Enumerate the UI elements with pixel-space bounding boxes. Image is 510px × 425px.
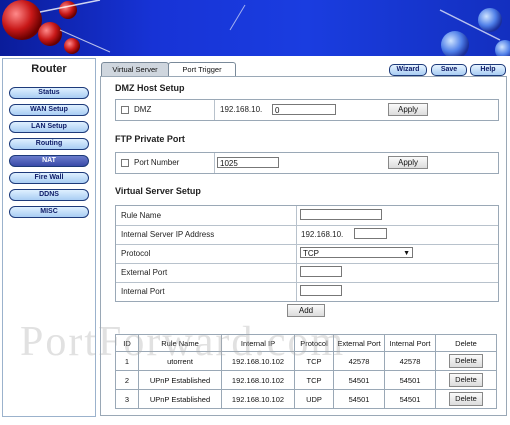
cell-id: 3: [115, 389, 139, 409]
dmz-row: DMZ 192.168.10. 0 Apply: [115, 99, 499, 121]
delete-button[interactable]: Delete: [449, 392, 483, 406]
sidebar-item-ddns[interactable]: DDNS: [9, 189, 89, 201]
cell-delete: Delete: [435, 370, 497, 390]
cell-rule-name: UPnP Established: [138, 370, 222, 390]
vs-divider: [116, 244, 498, 245]
dmz-checkbox-label: DMZ: [134, 105, 152, 114]
tab-port-trigger[interactable]: Port Trigger: [168, 62, 236, 76]
cell-protocol: TCP: [294, 370, 334, 390]
internal-ip-label: Internal Server IP Address: [121, 230, 215, 239]
sidebar-item-misc[interactable]: MISC: [9, 206, 89, 218]
external-port-label: External Port: [121, 268, 168, 277]
table-row: 3 UPnP Established 192.168.10.102 UDP 54…: [115, 389, 497, 409]
header-banner: [0, 0, 510, 56]
protocol-select[interactable]: TCP ▼: [300, 247, 413, 258]
internal-ip-input[interactable]: [354, 228, 387, 239]
internal-ip-prefix: 192.168.10.: [301, 230, 344, 239]
dmz-ip-prefix: 192.168.10.: [220, 105, 263, 114]
virtual-server-form: Rule Name Internal Server IP Address 192…: [115, 205, 499, 302]
vs-divider: [116, 282, 498, 283]
help-button[interactable]: Help: [470, 64, 506, 76]
dmz-ip-input[interactable]: 0: [272, 104, 336, 115]
ftp-section-title: FTP Private Port: [115, 134, 185, 144]
cell-external-port: 54501: [333, 370, 385, 390]
sidebar-item-nat[interactable]: NAT: [9, 155, 89, 167]
external-port-input[interactable]: [300, 266, 342, 277]
internal-port-label: Internal Port: [121, 287, 165, 296]
dmz-label-cell: [116, 100, 215, 120]
banner-graphic: [2, 0, 510, 56]
ftp-apply-button[interactable]: Apply: [388, 156, 428, 169]
cell-internal-port: 54501: [384, 389, 436, 409]
cell-rule-name: UPnP Established: [138, 389, 222, 409]
dmz-checkbox[interactable]: [121, 106, 129, 114]
vs-divider: [116, 225, 498, 226]
sidebar-title: Router: [31, 63, 67, 75]
table-row: 2 UPnP Established 192.168.10.102 TCP 54…: [115, 370, 497, 390]
cell-internal-port: 54501: [384, 370, 436, 390]
rule-name-label: Rule Name: [121, 211, 162, 220]
protocol-label: Protocol: [121, 249, 151, 258]
sidebar-item-status[interactable]: Status: [9, 87, 89, 99]
cell-id: 2: [115, 370, 139, 390]
chevron-down-icon: ▼: [403, 250, 410, 257]
dmz-section-title: DMZ Host Setup: [115, 83, 185, 93]
sidebar-item-lan-setup[interactable]: LAN Setup: [9, 121, 89, 133]
dmz-apply-button[interactable]: Apply: [388, 103, 428, 116]
ftp-port-input[interactable]: 1025: [217, 157, 279, 168]
cell-external-port: 54501: [333, 389, 385, 409]
delete-button[interactable]: Delete: [449, 373, 483, 387]
cell-internal-ip: 192.168.10.102: [221, 370, 295, 390]
cell-delete: Delete: [435, 389, 497, 409]
ftp-checkbox-label: Port Number: [134, 158, 180, 167]
save-button[interactable]: Save: [431, 64, 467, 76]
internal-port-input[interactable]: [300, 285, 342, 296]
cell-protocol: UDP: [294, 389, 334, 409]
wizard-button[interactable]: Wizard: [389, 64, 427, 76]
tab-virtual-server[interactable]: Virtual Server: [101, 62, 169, 76]
ftp-checkbox[interactable]: [121, 159, 129, 167]
vs-divider: [116, 263, 498, 264]
protocol-select-value: TCP: [303, 249, 319, 258]
watermark: PortForward.com: [20, 319, 346, 365]
virtual-server-section-title: Virtual Server Setup: [115, 186, 201, 196]
sidebar-item-fire-wall[interactable]: Fire Wall: [9, 172, 89, 184]
sidebar-item-wan-setup[interactable]: WAN Setup: [9, 104, 89, 116]
ftp-row: Port Number 1025 Apply: [115, 152, 499, 174]
rule-name-input[interactable]: [300, 209, 382, 220]
add-button[interactable]: Add: [287, 304, 325, 317]
cell-internal-ip: 192.168.10.102: [221, 389, 295, 409]
sidebar-item-routing[interactable]: Routing: [9, 138, 89, 150]
